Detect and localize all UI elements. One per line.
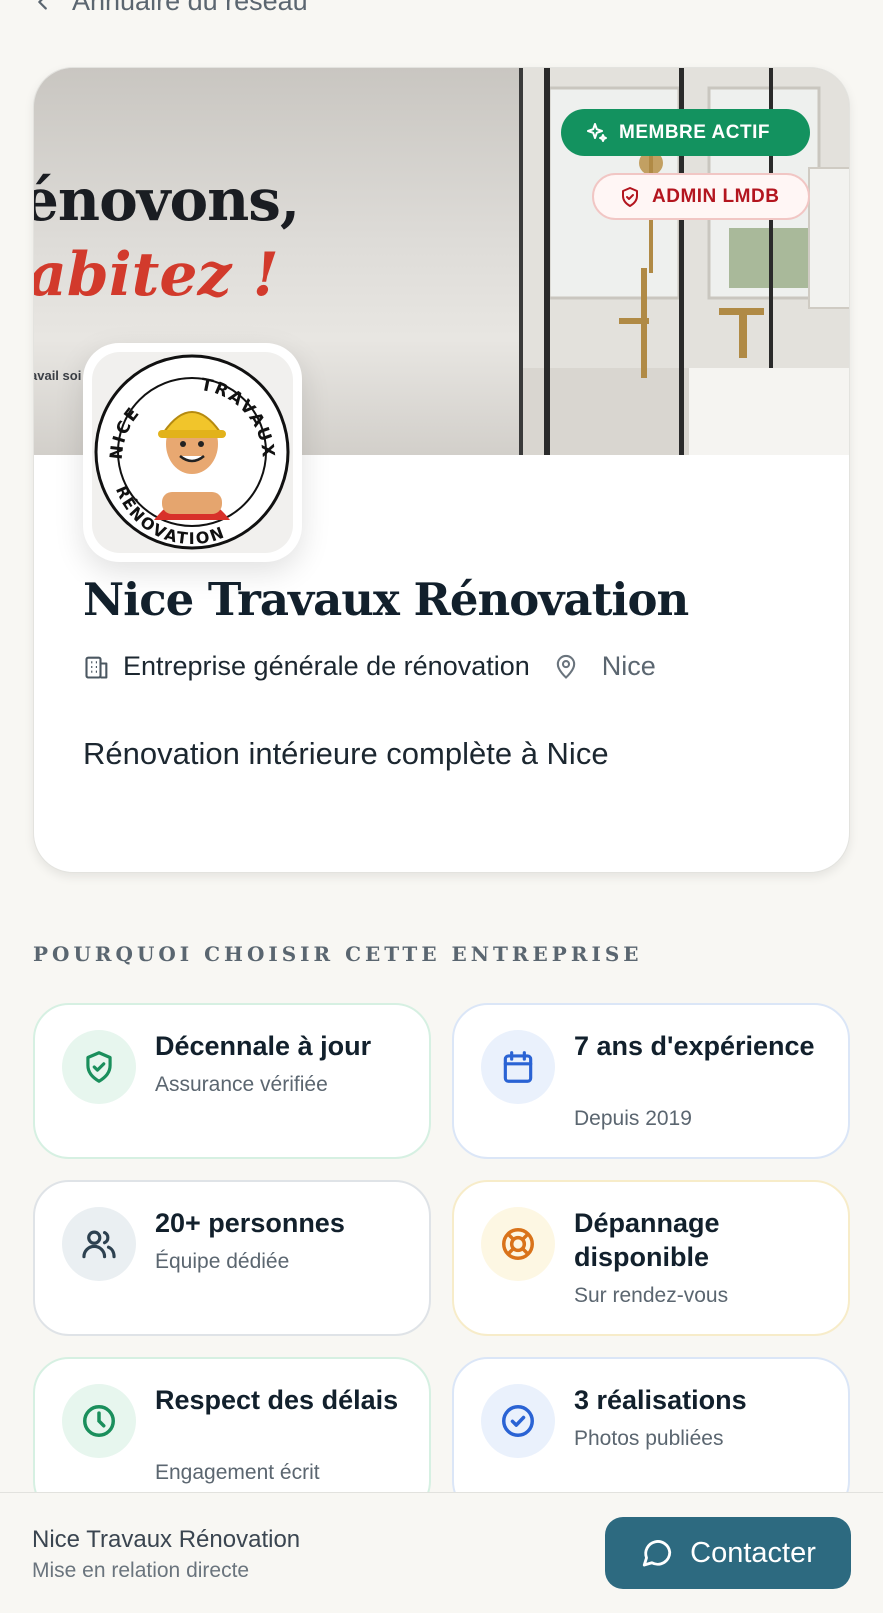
company-logo: NICE TRAVAUX RÉNOVATION (83, 343, 302, 562)
company-profile-card: énovons, abitez ! avail soi MEMBRE ACTIF… (33, 67, 850, 873)
active-member-badge-label: MEMBRE ACTIF (619, 121, 770, 143)
banner-headline-1: énovons, (34, 166, 300, 234)
message-circle-icon (642, 1540, 672, 1567)
feature-title: Décennale à jour (155, 1031, 372, 1061)
company-category: Entreprise générale de rénovation (123, 651, 530, 681)
banner-small-text: avail soi (34, 368, 82, 383)
feature-subtitle: Photos publiées (574, 1427, 724, 1450)
feature-subtitle: Sur rendez-vous (574, 1284, 729, 1307)
building-icon (85, 656, 108, 679)
shield-check-icon (622, 186, 638, 207)
bottom-bar-company-name: Nice Travaux Rénovation (32, 1526, 301, 1553)
feature-card-team: 20+ personnes Équipe dédiée (33, 1180, 431, 1336)
feature-subtitle: Depuis 2019 (574, 1107, 692, 1130)
shield-check-icon (86, 1051, 112, 1083)
admin-badge-label: ADMIN LMDB (652, 185, 780, 207)
feature-card-repair: Dépannage disponible Sur rendez-vous (452, 1180, 850, 1336)
check-circle-icon (502, 1405, 534, 1437)
feature-title: 7 ans d'expérience (574, 1031, 815, 1061)
feature-icon-wrap (62, 1384, 136, 1458)
admin-badge: ADMIN LMDB (592, 173, 810, 220)
section-title: POURQUOI CHOISIR CETTE ENTREPRISE (33, 942, 643, 966)
map-pin-icon (556, 654, 575, 679)
feature-icon-wrap (481, 1384, 555, 1458)
chevron-left-icon (38, 0, 47, 10)
logo-image: NICE TRAVAUX RÉNOVATION (94, 354, 290, 550)
feature-title: 20+ personnes (155, 1208, 345, 1238)
contact-button[interactable]: Contacter (605, 1517, 851, 1589)
feature-title: Respect des délais (155, 1385, 399, 1415)
feature-card-experience: 7 ans d'expérience Depuis 2019 (452, 1003, 850, 1159)
back-link[interactable]: Annuaire du réseau (32, 0, 308, 17)
company-name: Nice Travaux Rénovation (83, 573, 689, 626)
sparkles-icon (587, 122, 607, 142)
feature-icon-wrap (62, 1207, 136, 1281)
users-icon (82, 1230, 116, 1259)
feature-title: 3 réalisations (574, 1385, 747, 1415)
clock-icon (83, 1405, 115, 1437)
lifebuoy-icon (502, 1228, 534, 1260)
feature-subtitle: Assurance vérifiée (155, 1073, 328, 1096)
feature-icon-wrap (62, 1030, 136, 1104)
active-member-badge: MEMBRE ACTIF (561, 109, 810, 156)
company-meta: Entreprise générale de rénovation Nice (83, 651, 656, 682)
back-link-label: Annuaire du réseau (72, 0, 308, 16)
banner-headline-2: abitez ! (34, 240, 279, 310)
bottom-bar-subtitle: Mise en relation directe (32, 1559, 250, 1582)
company-tagline: Rénovation intérieure complète à Nice (83, 736, 609, 771)
feature-icon-wrap (481, 1030, 555, 1104)
bottom-contact-bar: Nice Travaux Rénovation Mise en relation… (0, 1492, 883, 1613)
feature-title: Dépannage disponible (574, 1208, 720, 1272)
feature-subtitle: Équipe dédiée (155, 1250, 290, 1273)
feature-card-insurance: Décennale à jour Assurance vérifiée (33, 1003, 431, 1159)
feature-subtitle: Engagement écrit (155, 1461, 320, 1484)
contact-button-label: Contacter (690, 1536, 816, 1569)
feature-icon-wrap (481, 1207, 555, 1281)
company-city: Nice (601, 651, 656, 681)
calendar-icon (503, 1051, 533, 1083)
